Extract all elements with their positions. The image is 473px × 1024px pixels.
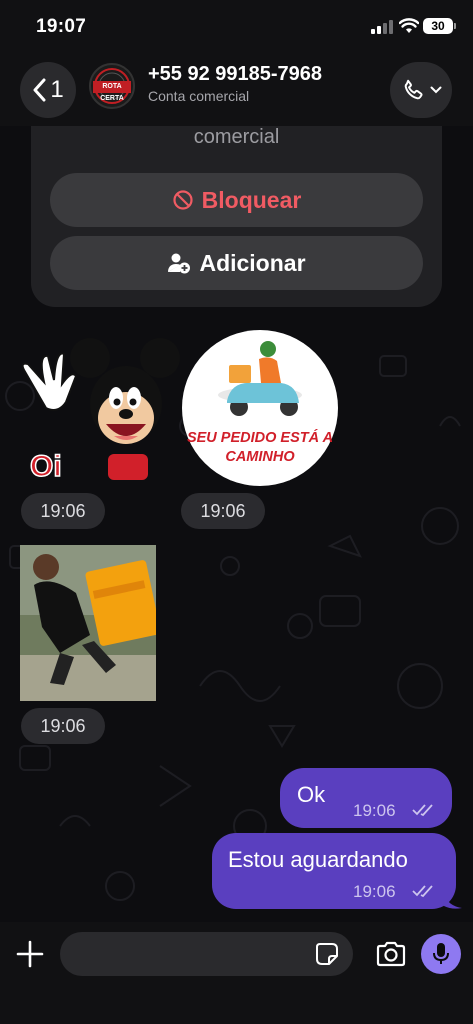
microphone-icon	[433, 943, 449, 964]
plus-icon[interactable]	[14, 938, 46, 970]
sticker-2-time: 19:06	[181, 493, 265, 529]
info-card-text: comercial	[193, 126, 280, 148]
camera-icon[interactable]	[375, 940, 407, 968]
delivery-sticker[interactable]: SEU PEDIDO ESTÁ A CAMINHO	[181, 329, 339, 487]
contact-subtitle: Conta comercial	[148, 88, 250, 104]
message-text: Estou aguardando	[228, 847, 408, 872]
chat-header: 1 ROTA CERTA +55 92 99185-7968 Conta com…	[0, 56, 473, 126]
message-text: Ok	[297, 782, 326, 807]
message-time: 19:06	[353, 882, 396, 901]
wifi-icon	[399, 18, 419, 33]
double-check-icon	[412, 804, 433, 817]
back-chevron-icon	[33, 78, 46, 102]
block-icon	[173, 190, 193, 210]
double-check-icon	[412, 885, 433, 898]
sticker-2-line-1: SEU PEDIDO ESTÁ A	[187, 429, 333, 446]
chat-area[interactable]: comercial Bloquear Adicionar Oi 19:06 SE…	[0, 126, 473, 922]
contact-name[interactable]: +55 92 99185-7968	[148, 63, 322, 86]
business-info-card: comercial Bloquear Adicionar	[31, 126, 442, 307]
add-contact-label: Adicionar	[199, 249, 306, 276]
message-composer	[0, 922, 473, 1024]
outgoing-message[interactable]: Ok 19:06	[280, 768, 452, 828]
unread-count: 1	[50, 76, 64, 103]
status-bar: 19:07 30	[0, 0, 473, 56]
microphone-button[interactable]	[421, 934, 461, 974]
block-button[interactable]: Bloquear	[50, 173, 423, 227]
outgoing-message[interactable]: Estou aguardando 19:06	[212, 833, 456, 909]
bubble-tail	[444, 894, 462, 909]
message-time: 19:06	[353, 801, 396, 820]
sticker-oi-text: Oi	[30, 450, 62, 483]
sticker-2-line-2: CAMINHO	[225, 449, 295, 465]
signal-icon	[371, 20, 395, 34]
chevron-down-icon	[430, 86, 441, 94]
message-input[interactable]	[60, 932, 353, 976]
sticker-3-time: 19:06	[21, 708, 105, 744]
add-contact-icon	[168, 253, 191, 274]
sticker-1-time: 19:06	[21, 493, 105, 529]
back-button[interactable]: 1	[20, 62, 76, 118]
avatar-logo-text: ROTA CERTA	[93, 81, 131, 102]
courier-photo-sticker[interactable]	[20, 545, 156, 701]
status-time: 19:07	[36, 16, 87, 37]
add-contact-button[interactable]: Adicionar	[50, 236, 423, 290]
contact-avatar[interactable]: ROTA CERTA	[89, 63, 135, 109]
sticker-icon[interactable]	[315, 942, 339, 966]
phone-icon	[404, 79, 423, 100]
call-button[interactable]	[390, 62, 452, 118]
mickey-sticker[interactable]: Oi	[18, 336, 180, 486]
battery-indicator: 30	[423, 18, 456, 34]
block-label: Bloquear	[201, 186, 302, 213]
